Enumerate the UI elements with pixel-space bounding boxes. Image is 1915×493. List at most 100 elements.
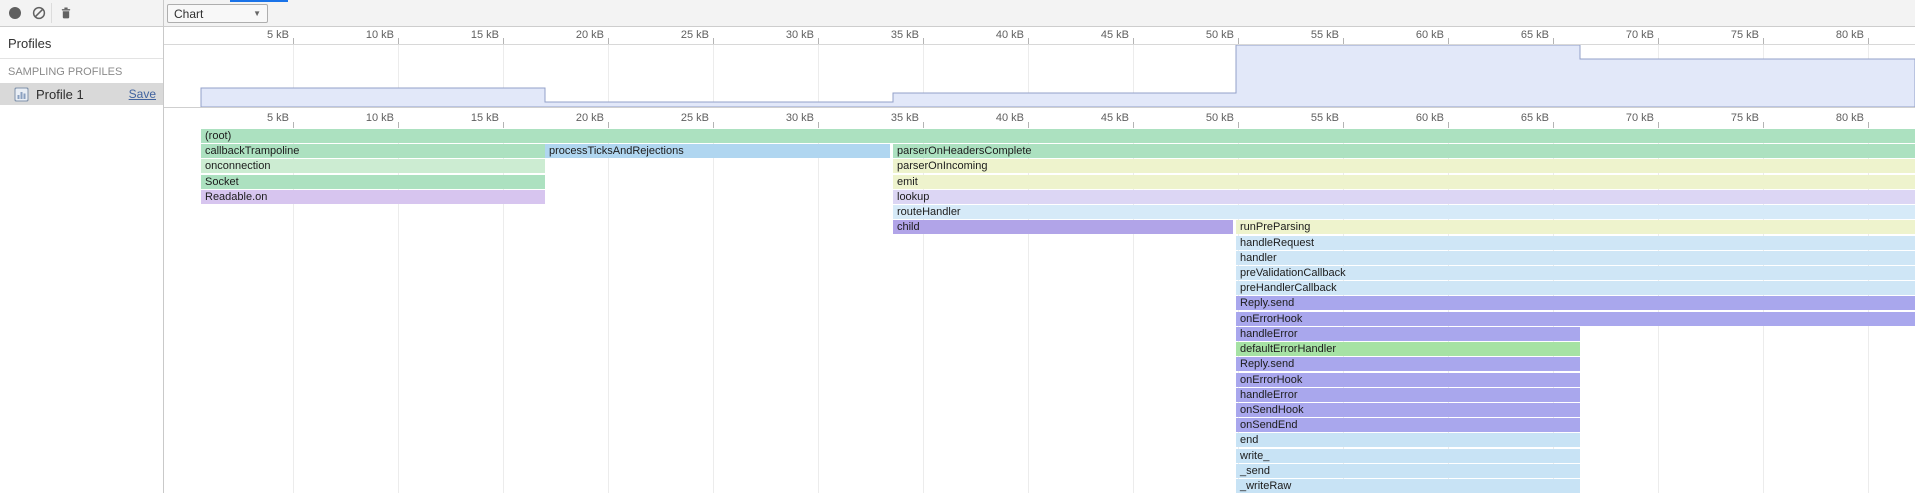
flame-bar[interactable]: handleError <box>1236 388 1580 402</box>
overview-silhouette <box>201 45 1915 107</box>
chart-view-dropdown-value: Chart <box>174 7 203 21</box>
flame-bar[interactable]: onErrorHook <box>1236 312 1915 326</box>
flame-bar[interactable]: Socket <box>201 175 545 189</box>
flame-bar[interactable]: runPreParsing <box>1236 220 1915 234</box>
ruler-label: 70 kB <box>1594 108 1654 128</box>
ruler-tick-mark <box>1658 122 1659 128</box>
ruler-label: 50 kB <box>1174 27 1234 44</box>
ruler-label: 15 kB <box>439 27 499 44</box>
ruler-label: 30 kB <box>754 108 814 128</box>
chart-view-dropdown[interactable]: Chart ▼ <box>167 4 268 23</box>
flame-bar[interactable]: onconnection <box>201 159 545 173</box>
record-icon <box>8 6 22 23</box>
ruler-label: 35 kB <box>859 108 919 128</box>
ruler-label: 50 kB <box>1174 108 1234 128</box>
delete-profile-button[interactable] <box>57 5 75 23</box>
profiles-sidebar: Profiles SAMPLING PROFILES Profile 1 Sav… <box>0 27 163 493</box>
ruler-tick-mark <box>923 122 924 128</box>
flame-bar[interactable]: handleError <box>1236 327 1580 341</box>
ruler-tick-mark <box>923 38 924 44</box>
flame-bar[interactable]: callbackTrampoline <box>201 144 545 158</box>
toolbar: Chart ▼ <box>0 0 1915 27</box>
flame-bar[interactable]: lookup <box>893 190 1915 204</box>
ruler-tick-mark <box>503 38 504 44</box>
ruler-label: 5 kB <box>229 27 289 44</box>
trash-icon <box>59 6 73 23</box>
ruler-label: 60 kB <box>1384 27 1444 44</box>
ruler-tick-mark <box>1238 122 1239 128</box>
flame-bar[interactable]: preHandlerCallback <box>1236 281 1915 295</box>
ruler-label: 10 kB <box>334 27 394 44</box>
ruler-label: 40 kB <box>964 108 1024 128</box>
save-profile-link[interactable]: Save <box>129 87 156 101</box>
ruler-label: 75 kB <box>1699 27 1759 44</box>
flame-bar[interactable]: processTicksAndRejections <box>545 144 890 158</box>
ruler-label: 75 kB <box>1699 108 1759 128</box>
flame-bar[interactable]: _writeRaw <box>1236 479 1580 493</box>
profile-name: Profile 1 <box>36 87 129 102</box>
ruler-tick-mark <box>398 38 399 44</box>
ruler-label: 65 kB <box>1489 108 1549 128</box>
ruler-label: 65 kB <box>1489 27 1549 44</box>
ruler-tick-mark <box>713 38 714 44</box>
flame-bar[interactable]: emit <box>893 175 1915 189</box>
ruler-label: 55 kB <box>1279 108 1339 128</box>
ruler-tick-mark <box>1763 38 1764 44</box>
profiles-heading: Profiles <box>0 27 163 59</box>
flame-bar[interactable]: child <box>893 220 1233 234</box>
profile-icon <box>14 87 29 102</box>
ruler-tick-mark <box>713 122 714 128</box>
flame-bar[interactable]: onSendEnd <box>1236 418 1580 432</box>
gridline <box>818 129 819 493</box>
flame-bar[interactable]: Reply.send <box>1236 296 1915 310</box>
ruler-tick-mark <box>1133 122 1134 128</box>
flame-bar[interactable]: onErrorHook <box>1236 373 1580 387</box>
ruler-tick-mark <box>1343 122 1344 128</box>
flame-bar[interactable]: Reply.send <box>1236 357 1580 371</box>
flame-bar[interactable]: preValidationCallback <box>1236 266 1915 280</box>
profile-list-item[interactable]: Profile 1 Save <box>0 83 163 105</box>
flame-bar[interactable]: handleRequest <box>1236 236 1915 250</box>
clear-button[interactable] <box>30 5 48 23</box>
ruler-label: 70 kB <box>1594 27 1654 44</box>
ruler-tick-mark <box>1553 122 1554 128</box>
ruler-tick-mark <box>293 122 294 128</box>
flame-bar[interactable]: defaultErrorHandler <box>1236 342 1580 356</box>
record-button[interactable] <box>6 5 24 23</box>
ruler-label: 20 kB <box>544 27 604 44</box>
flame-bar[interactable]: routeHandler <box>893 205 1915 219</box>
flame-bar[interactable]: end <box>1236 433 1580 447</box>
ruler-label: 20 kB <box>544 108 604 128</box>
ruler-tick-mark <box>1448 122 1449 128</box>
flame-bar[interactable]: parserOnIncoming <box>893 159 1915 173</box>
memory-profiler-panel: Chart ▼ Profiles SAMPLING PROFILES Profi… <box>0 0 1915 493</box>
ruler-tick-mark <box>608 122 609 128</box>
ruler-label: 55 kB <box>1279 27 1339 44</box>
gridline <box>608 129 609 493</box>
flame-bar[interactable]: Readable.on <box>201 190 545 204</box>
ruler-label: 45 kB <box>1069 27 1129 44</box>
flame-bar[interactable]: write_ <box>1236 449 1580 463</box>
ruler-label: 10 kB <box>334 108 394 128</box>
ruler-label: 45 kB <box>1069 108 1129 128</box>
flame-bar[interactable]: handler <box>1236 251 1915 265</box>
ruler-label: 35 kB <box>859 27 919 44</box>
allocation-overview[interactable] <box>164 45 1915 107</box>
circle-slash-icon <box>32 6 46 23</box>
ruler-label: 25 kB <box>649 108 709 128</box>
toolbar-separator <box>51 3 52 23</box>
ruler-tick-mark <box>1343 38 1344 44</box>
ruler-tick-mark <box>1763 122 1764 128</box>
flame-bar[interactable]: _send <box>1236 464 1580 478</box>
ruler-label: 80 kB <box>1804 108 1864 128</box>
ruler-label: 40 kB <box>964 27 1024 44</box>
active-tab-indicator <box>230 0 288 2</box>
ruler-tick-mark <box>1658 38 1659 44</box>
flame-bar[interactable]: parserOnHeadersComplete <box>893 144 1915 158</box>
ruler-label: 15 kB <box>439 108 499 128</box>
ruler-tick-mark <box>1448 38 1449 44</box>
ruler-label: 30 kB <box>754 27 814 44</box>
ruler-tick-mark <box>818 122 819 128</box>
flame-bar[interactable]: (root) <box>201 129 1915 143</box>
flame-bar[interactable]: onSendHook <box>1236 403 1580 417</box>
